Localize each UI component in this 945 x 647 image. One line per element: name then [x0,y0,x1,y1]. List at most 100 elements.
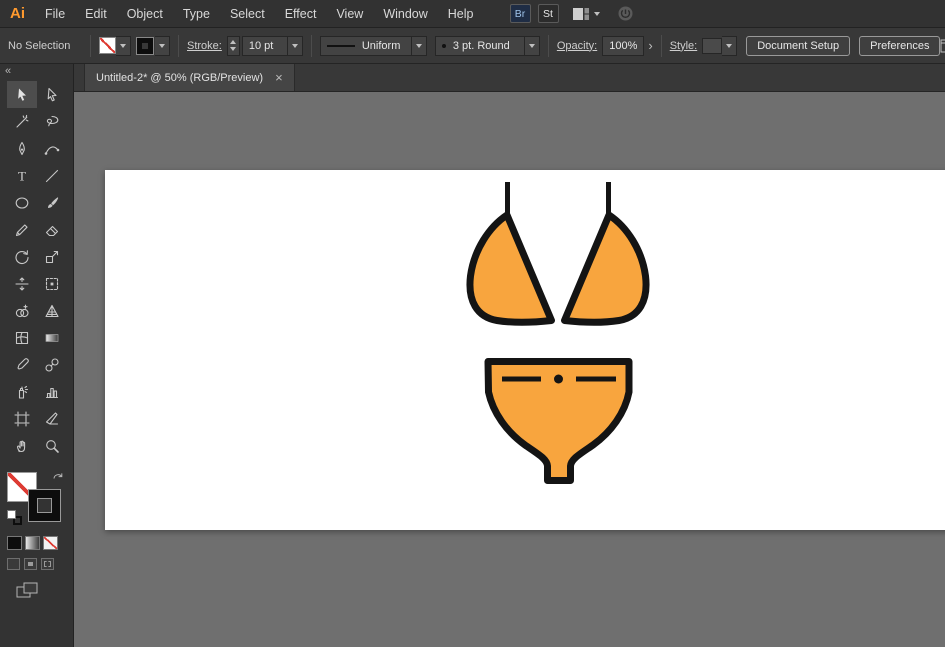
stroke-panel-link[interactable]: Stroke: [187,40,222,52]
stroke-color-control[interactable] [137,36,170,56]
workspace-layout-icon [572,7,590,21]
magic-wand-tool[interactable] [7,108,37,135]
draw-inside-button[interactable] [41,558,54,570]
direct-selection-icon [44,87,60,103]
stock-icon[interactable]: St [538,4,559,23]
stroke-weight-field[interactable]: 10 pt [242,36,288,56]
swap-fill-stroke-icon[interactable] [52,471,64,489]
style-panel-link[interactable]: Style: [670,40,698,52]
style-swatch[interactable] [702,38,722,54]
stroke-weight-dropdown[interactable] [288,36,303,56]
draw-behind-button[interactable] [24,558,37,570]
menu-file[interactable]: File [35,0,75,27]
opacity-expand-chevron[interactable]: › [648,38,652,53]
zoom-tool[interactable] [37,432,67,459]
screen-mode-button[interactable] [16,582,38,604]
column-graph-tool[interactable] [37,378,67,405]
stroke-black-swatch[interactable] [137,38,153,54]
menu-view[interactable]: View [326,0,373,27]
gradient-icon [44,330,60,346]
blend-tool[interactable] [37,351,67,378]
style-dropdown[interactable] [722,36,737,56]
panel-options[interactable] [940,39,945,53]
width-profile-field[interactable]: Uniform [320,36,412,56]
opacity-panel-link[interactable]: Opacity: [557,40,597,52]
collapse-panel-icon[interactable]: « [0,64,16,77]
none-button[interactable] [43,536,58,550]
left-cup [470,215,552,322]
canvas[interactable] [74,92,945,647]
scale-tool[interactable] [37,243,67,270]
brush-control[interactable]: 3 pt. Round [435,36,540,56]
symbol-sprayer-icon [14,384,30,400]
swap-arrows-icon [52,472,64,484]
chevron-down-icon [594,12,600,16]
bikini-top-cups[interactable] [470,215,646,322]
gradient-button[interactable] [25,536,40,550]
fill-dropdown[interactable] [116,36,131,56]
bikini-top-straps [508,182,609,218]
hand-tool[interactable] [7,432,37,459]
pencil-tool[interactable] [7,216,37,243]
menu-edit[interactable]: Edit [75,0,117,27]
type-tool[interactable]: T [7,162,37,189]
svg-text:T: T [18,168,26,183]
fill-color-control[interactable] [99,36,131,56]
width-profile-dropdown[interactable] [412,36,427,56]
color-button[interactable] [7,536,22,550]
opacity-field[interactable]: 100% [602,36,644,56]
stroke-line-preview-icon [327,45,355,47]
sync-status[interactable] [617,5,634,22]
tab-close-icon[interactable]: × [275,71,283,84]
fill-none-swatch[interactable] [99,37,116,54]
direct-selection-tool[interactable] [37,81,67,108]
eyedropper-tool[interactable] [7,351,37,378]
brush-field[interactable]: 3 pt. Round [435,36,525,56]
style-control[interactable] [702,36,737,56]
menu-help[interactable]: Help [438,0,484,27]
menu-effect[interactable]: Effect [275,0,327,27]
line-segment-tool[interactable] [37,162,67,189]
lasso-tool[interactable] [37,108,67,135]
ellipse-tool[interactable] [7,189,37,216]
shape-builder-tool[interactable] [7,297,37,324]
stroke-dropdown[interactable] [155,36,170,56]
chevron-down-icon [416,44,422,48]
curvature-tool[interactable] [37,135,67,162]
menu-object[interactable]: Object [117,0,173,27]
brush-dropdown[interactable] [525,36,540,56]
width-tool[interactable] [7,270,37,297]
artboard-tool[interactable] [7,405,37,432]
none-slash-icon [100,38,115,53]
default-fill-stroke-icon[interactable] [7,510,22,525]
rotate-tool[interactable] [7,243,37,270]
preferences-button[interactable]: Preferences [859,36,940,56]
document-tab-bar: Untitled-2* @ 50% (RGB/Preview) × [74,64,945,92]
pen-tool[interactable] [7,135,37,162]
bridge-icon[interactable]: Br [510,4,531,23]
bikini-artwork[interactable] [105,170,945,530]
hand-icon [14,438,30,454]
eraser-tool[interactable] [37,216,67,243]
document-setup-button[interactable]: Document Setup [746,36,850,56]
paintbrush-tool[interactable] [37,189,67,216]
width-profile-control[interactable]: Uniform [320,36,427,56]
document-tab[interactable]: Untitled-2* @ 50% (RGB/Preview) × [84,64,295,91]
perspective-grid-tool[interactable] [37,297,67,324]
mesh-tool[interactable] [7,324,37,351]
artboard[interactable] [105,170,945,530]
menu-select[interactable]: Select [220,0,275,27]
gradient-tool[interactable] [37,324,67,351]
slice-tool[interactable] [37,405,67,432]
draw-normal-button[interactable] [7,558,20,570]
app-bar-icons: Br St [510,4,634,23]
stroke-color-swatch[interactable] [29,490,60,521]
workspace-switcher[interactable] [572,7,600,21]
default-fill-mini [7,510,16,519]
stroke-weight-stepper[interactable] [227,36,240,56]
menu-type[interactable]: Type [173,0,220,27]
selection-tool[interactable] [7,81,37,108]
free-transform-tool[interactable] [37,270,67,297]
symbol-sprayer-tool[interactable] [7,378,37,405]
menu-window[interactable]: Window [373,0,437,27]
